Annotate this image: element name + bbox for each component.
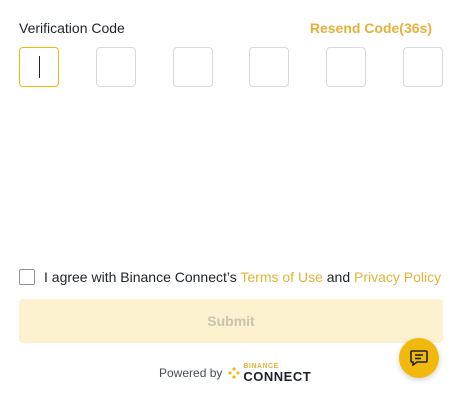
binance-connect-logo: BINANCE CONNECT <box>228 363 311 383</box>
code-digit-input-1[interactable] <box>19 47 59 87</box>
logo-word-connect: CONNECT <box>243 369 312 384</box>
code-digit-input-2[interactable] <box>96 47 136 87</box>
chat-icon <box>410 350 428 366</box>
logo-wordmark: BINANCE CONNECT <box>243 363 311 383</box>
verification-code-label: Verification Code <box>19 20 125 36</box>
code-digit-input-4[interactable] <box>249 47 289 87</box>
agreement-row: I agree with Binance Connect’s Terms of … <box>19 268 441 286</box>
powered-by-text: Powered by <box>159 366 223 380</box>
verification-header: Verification Code Resend Code(36s) <box>19 18 432 38</box>
verification-code-inputs <box>19 47 443 87</box>
privacy-policy-link[interactable]: Privacy Policy <box>354 269 441 285</box>
agree-checkbox[interactable] <box>19 269 35 285</box>
chat-support-button[interactable] <box>399 338 439 378</box>
agreement-prefix: I agree with Binance Connect’s <box>44 269 241 285</box>
text-caret <box>39 56 40 78</box>
code-digit-input-5[interactable] <box>326 47 366 87</box>
agreement-conjunction: and <box>322 269 354 285</box>
agreement-text: I agree with Binance Connect’s Terms of … <box>44 268 441 286</box>
code-digit-input-6[interactable] <box>403 47 443 87</box>
resend-code-link[interactable]: Resend Code(36s) <box>310 18 432 38</box>
submit-button[interactable]: Submit <box>19 299 443 343</box>
terms-of-use-link[interactable]: Terms of Use <box>240 269 322 285</box>
binance-logo-icon <box>228 367 241 379</box>
powered-by-footer: Powered by BINANCE CONNECT <box>159 362 311 384</box>
code-digit-input-3[interactable] <box>173 47 213 87</box>
